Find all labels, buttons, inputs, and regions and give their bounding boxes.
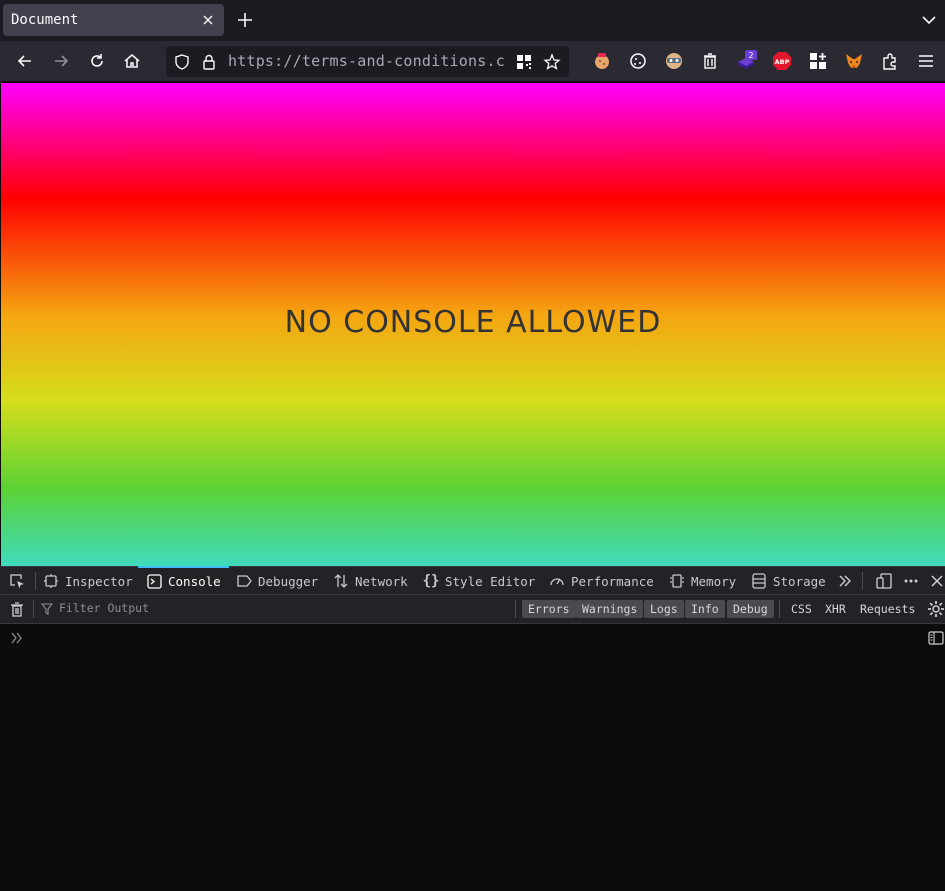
console-prompt-chevron-icon xyxy=(9,630,25,646)
cookie-icon[interactable] xyxy=(627,50,649,72)
console-sidebar-toggle-icon[interactable] xyxy=(928,630,944,646)
responsive-design-icon[interactable] xyxy=(875,572,893,590)
web-page-content: NO CONSOLE ALLOWED xyxy=(1,83,945,566)
qr-code-icon[interactable] xyxy=(512,50,536,74)
tab-label: Console xyxy=(168,573,221,589)
navigation-toolbar: https://terms-and-conditions.c 2 ABP xyxy=(0,41,945,82)
lock-icon[interactable] xyxy=(197,50,221,74)
reload-icon[interactable] xyxy=(85,49,109,73)
filter-errors-button[interactable]: Errors xyxy=(522,600,576,618)
toolbar-separator xyxy=(779,600,780,618)
tab-inspector[interactable]: Inspector xyxy=(43,567,133,595)
bookmark-star-icon[interactable] xyxy=(540,50,564,74)
forward-icon[interactable] xyxy=(49,49,73,73)
filter-css-button[interactable]: CSS xyxy=(785,600,818,618)
debugger-icon xyxy=(236,573,252,589)
list-all-tabs-icon[interactable] xyxy=(919,10,939,30)
filter-output-input[interactable]: Filter Output xyxy=(59,601,149,615)
inspector-icon xyxy=(43,573,59,589)
tracking-protection-shield-icon[interactable] xyxy=(170,50,194,74)
console-settings-gear-icon[interactable] xyxy=(927,600,945,618)
toolbar-separator xyxy=(35,572,36,590)
filter-funnel-icon xyxy=(40,600,54,618)
browser-tab[interactable]: Document xyxy=(3,4,224,36)
tab-performance[interactable]: Performance xyxy=(549,567,654,595)
tab-debugger[interactable]: Debugger xyxy=(236,567,318,595)
performance-icon xyxy=(549,573,565,589)
tab-strip: Document xyxy=(0,0,945,41)
style-editor-icon: {} xyxy=(422,573,440,589)
filter-requests-button[interactable]: Requests xyxy=(854,600,921,618)
tab-label: Memory xyxy=(691,573,737,589)
tab-storage[interactable]: Storage xyxy=(751,567,826,595)
tab-memory[interactable]: Memory xyxy=(669,567,736,595)
tab-label: Style Editor xyxy=(445,573,536,589)
tab-label: Debugger xyxy=(258,573,319,589)
network-icon xyxy=(333,573,349,589)
close-tab-icon[interactable] xyxy=(198,10,218,30)
console-icon xyxy=(146,573,162,589)
purple-extension-icon[interactable]: 2 xyxy=(735,50,757,72)
tab-label: Storage xyxy=(773,573,826,589)
extension-badge-count: 2 xyxy=(748,51,753,60)
more-tools-chevron-icon[interactable] xyxy=(836,572,854,590)
tab-network[interactable]: Network xyxy=(333,567,408,595)
tab-title: Document xyxy=(11,12,79,28)
memory-icon xyxy=(669,573,685,589)
new-tab-icon[interactable] xyxy=(234,9,256,31)
home-icon[interactable] xyxy=(120,49,144,73)
back-icon[interactable] xyxy=(13,49,37,73)
toolbar-separator xyxy=(515,600,516,618)
toolbar-separator xyxy=(862,572,863,590)
tab-console[interactable]: Console xyxy=(138,566,229,595)
metamask-fox-icon[interactable] xyxy=(843,50,865,72)
adblock-plus-icon[interactable]: ABP xyxy=(771,50,793,72)
tab-style-editor[interactable]: {} Style Editor xyxy=(422,567,536,595)
filter-logs-button[interactable]: Logs xyxy=(644,600,684,618)
grid-plus-extension-icon[interactable] xyxy=(807,50,829,72)
tab-label: Inspector xyxy=(65,573,133,589)
abp-label: ABP xyxy=(775,58,790,66)
more-options-icon[interactable] xyxy=(902,572,920,590)
cookie-extension-icon[interactable] xyxy=(591,50,613,72)
tab-label: Network xyxy=(355,573,408,589)
privacy-extension-icon[interactable] xyxy=(663,50,685,72)
storage-icon xyxy=(751,573,767,589)
filter-info-button[interactable]: Info xyxy=(685,600,725,618)
devtools-toolbar: Inspector Console Debugger Network {} St… xyxy=(0,566,945,595)
element-picker-icon[interactable] xyxy=(8,572,26,590)
page-headline: NO CONSOLE ALLOWED xyxy=(284,305,662,340)
trash-extension-icon[interactable] xyxy=(699,50,721,72)
extensions-puzzle-icon[interactable] xyxy=(879,50,901,72)
toolbar-separator xyxy=(33,600,34,618)
tab-label: Performance xyxy=(571,573,654,589)
filter-warnings-button[interactable]: Warnings xyxy=(576,600,644,618)
clear-console-trash-icon[interactable] xyxy=(8,600,26,618)
filter-debug-button[interactable]: Debug xyxy=(727,600,774,618)
hamburger-menu-icon[interactable] xyxy=(915,50,937,72)
console-output[interactable] xyxy=(0,625,945,891)
url-bar[interactable]: https://terms-and-conditions.c xyxy=(166,46,569,77)
console-filter-bar: Filter Output Errors Warnings Logs Info … xyxy=(0,595,945,624)
filter-xhr-button[interactable]: XHR xyxy=(819,600,852,618)
url-text[interactable]: https://terms-and-conditions.c xyxy=(228,52,508,70)
close-devtools-icon[interactable] xyxy=(928,572,945,590)
